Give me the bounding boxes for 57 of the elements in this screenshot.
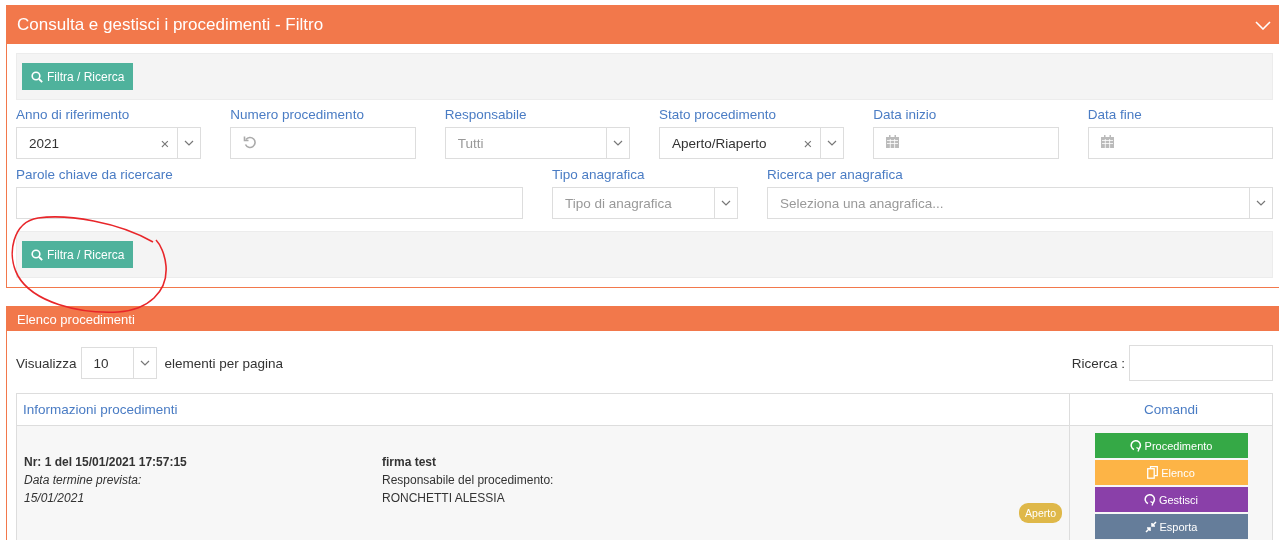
clear-icon[interactable]: × bbox=[152, 134, 178, 152]
copy-icon bbox=[1147, 466, 1159, 479]
field-label: Ricerca per anagrafica bbox=[767, 166, 904, 184]
responsible-name: RONCHETTI ALESSIA bbox=[382, 490, 506, 507]
column-header: Comandi bbox=[1069, 393, 1273, 426]
chevron-down-icon[interactable] bbox=[1255, 20, 1271, 30]
command-button[interactable]: Esporta bbox=[1094, 514, 1248, 539]
refresh-icon bbox=[1143, 493, 1156, 506]
chevron-down-icon bbox=[184, 140, 195, 146]
command-button[interactable]: Gestisci bbox=[1094, 487, 1248, 512]
due-label: Data termine prevista: bbox=[24, 472, 143, 489]
chevron-down-icon bbox=[613, 140, 623, 146]
chevron-down-icon bbox=[721, 200, 731, 206]
select-field[interactable]: Aperto/Riaperto × bbox=[659, 127, 845, 159]
chevron-down-icon bbox=[1256, 200, 1266, 206]
select-field[interactable]: 2021 × bbox=[16, 127, 202, 159]
procedure-subject: firma test bbox=[382, 454, 438, 471]
search-icon bbox=[31, 248, 43, 261]
field-label: Parole chiave da ricercare bbox=[16, 166, 174, 184]
command-button[interactable]: Procedimento bbox=[1094, 433, 1248, 458]
select-field[interactable]: Seleziona una anagrafica... bbox=[767, 187, 1273, 219]
search-button[interactable]: Filtra / Ricerca bbox=[22, 63, 134, 90]
select-field[interactable]: Tipo di anagrafica bbox=[552, 187, 738, 219]
search-label: Ricerca : bbox=[1071, 355, 1125, 371]
panel-title: Elenco procedimenti bbox=[17, 311, 135, 327]
input-field[interactable] bbox=[16, 187, 523, 219]
date-field[interactable] bbox=[873, 127, 1059, 159]
refresh-icon bbox=[1129, 439, 1142, 452]
search-button[interactable]: Filtra / Ricerca bbox=[22, 241, 134, 268]
status-badge: Aperto bbox=[1019, 503, 1062, 523]
column-header: Informazioni procedimenti bbox=[16, 393, 1070, 426]
search-field[interactable] bbox=[1129, 345, 1273, 381]
panel-title: Consulta e gestisci i procedimenti - Filtro bbox=[17, 15, 324, 35]
chevron-down-icon bbox=[827, 140, 838, 146]
show-label: Visualizza bbox=[16, 355, 77, 371]
field-label: Responsabile bbox=[444, 106, 528, 124]
date-field[interactable] bbox=[1087, 127, 1273, 159]
undo-icon bbox=[243, 134, 258, 149]
per-page-label: elementi per pagina bbox=[164, 355, 284, 371]
calendar-icon bbox=[886, 135, 900, 148]
clear-icon[interactable]: × bbox=[795, 134, 821, 152]
field-label: Data fine bbox=[1087, 106, 1143, 124]
select-field[interactable]: Tutti bbox=[444, 127, 630, 159]
compress-icon bbox=[1144, 520, 1157, 533]
field-label: Tipo anagrafica bbox=[552, 166, 646, 184]
calendar-icon bbox=[1100, 135, 1114, 148]
responsible-label: Responsabile del procedimento: bbox=[382, 472, 555, 489]
chevron-down-icon bbox=[139, 360, 150, 366]
page-size-select[interactable]: 10 bbox=[80, 347, 157, 379]
field-label: Data inizio bbox=[873, 106, 938, 124]
search-icon bbox=[31, 70, 43, 83]
procedure-number: Nr: 1 del 15/01/2021 17:57:15 bbox=[24, 454, 188, 471]
input-field[interactable] bbox=[230, 127, 416, 159]
field-label: Numero procedimento bbox=[230, 106, 365, 124]
due-date: 15/01/2021 bbox=[24, 490, 86, 507]
field-label: Anno di riferimento bbox=[16, 106, 131, 124]
field-label: Stato procedimento bbox=[659, 106, 778, 124]
